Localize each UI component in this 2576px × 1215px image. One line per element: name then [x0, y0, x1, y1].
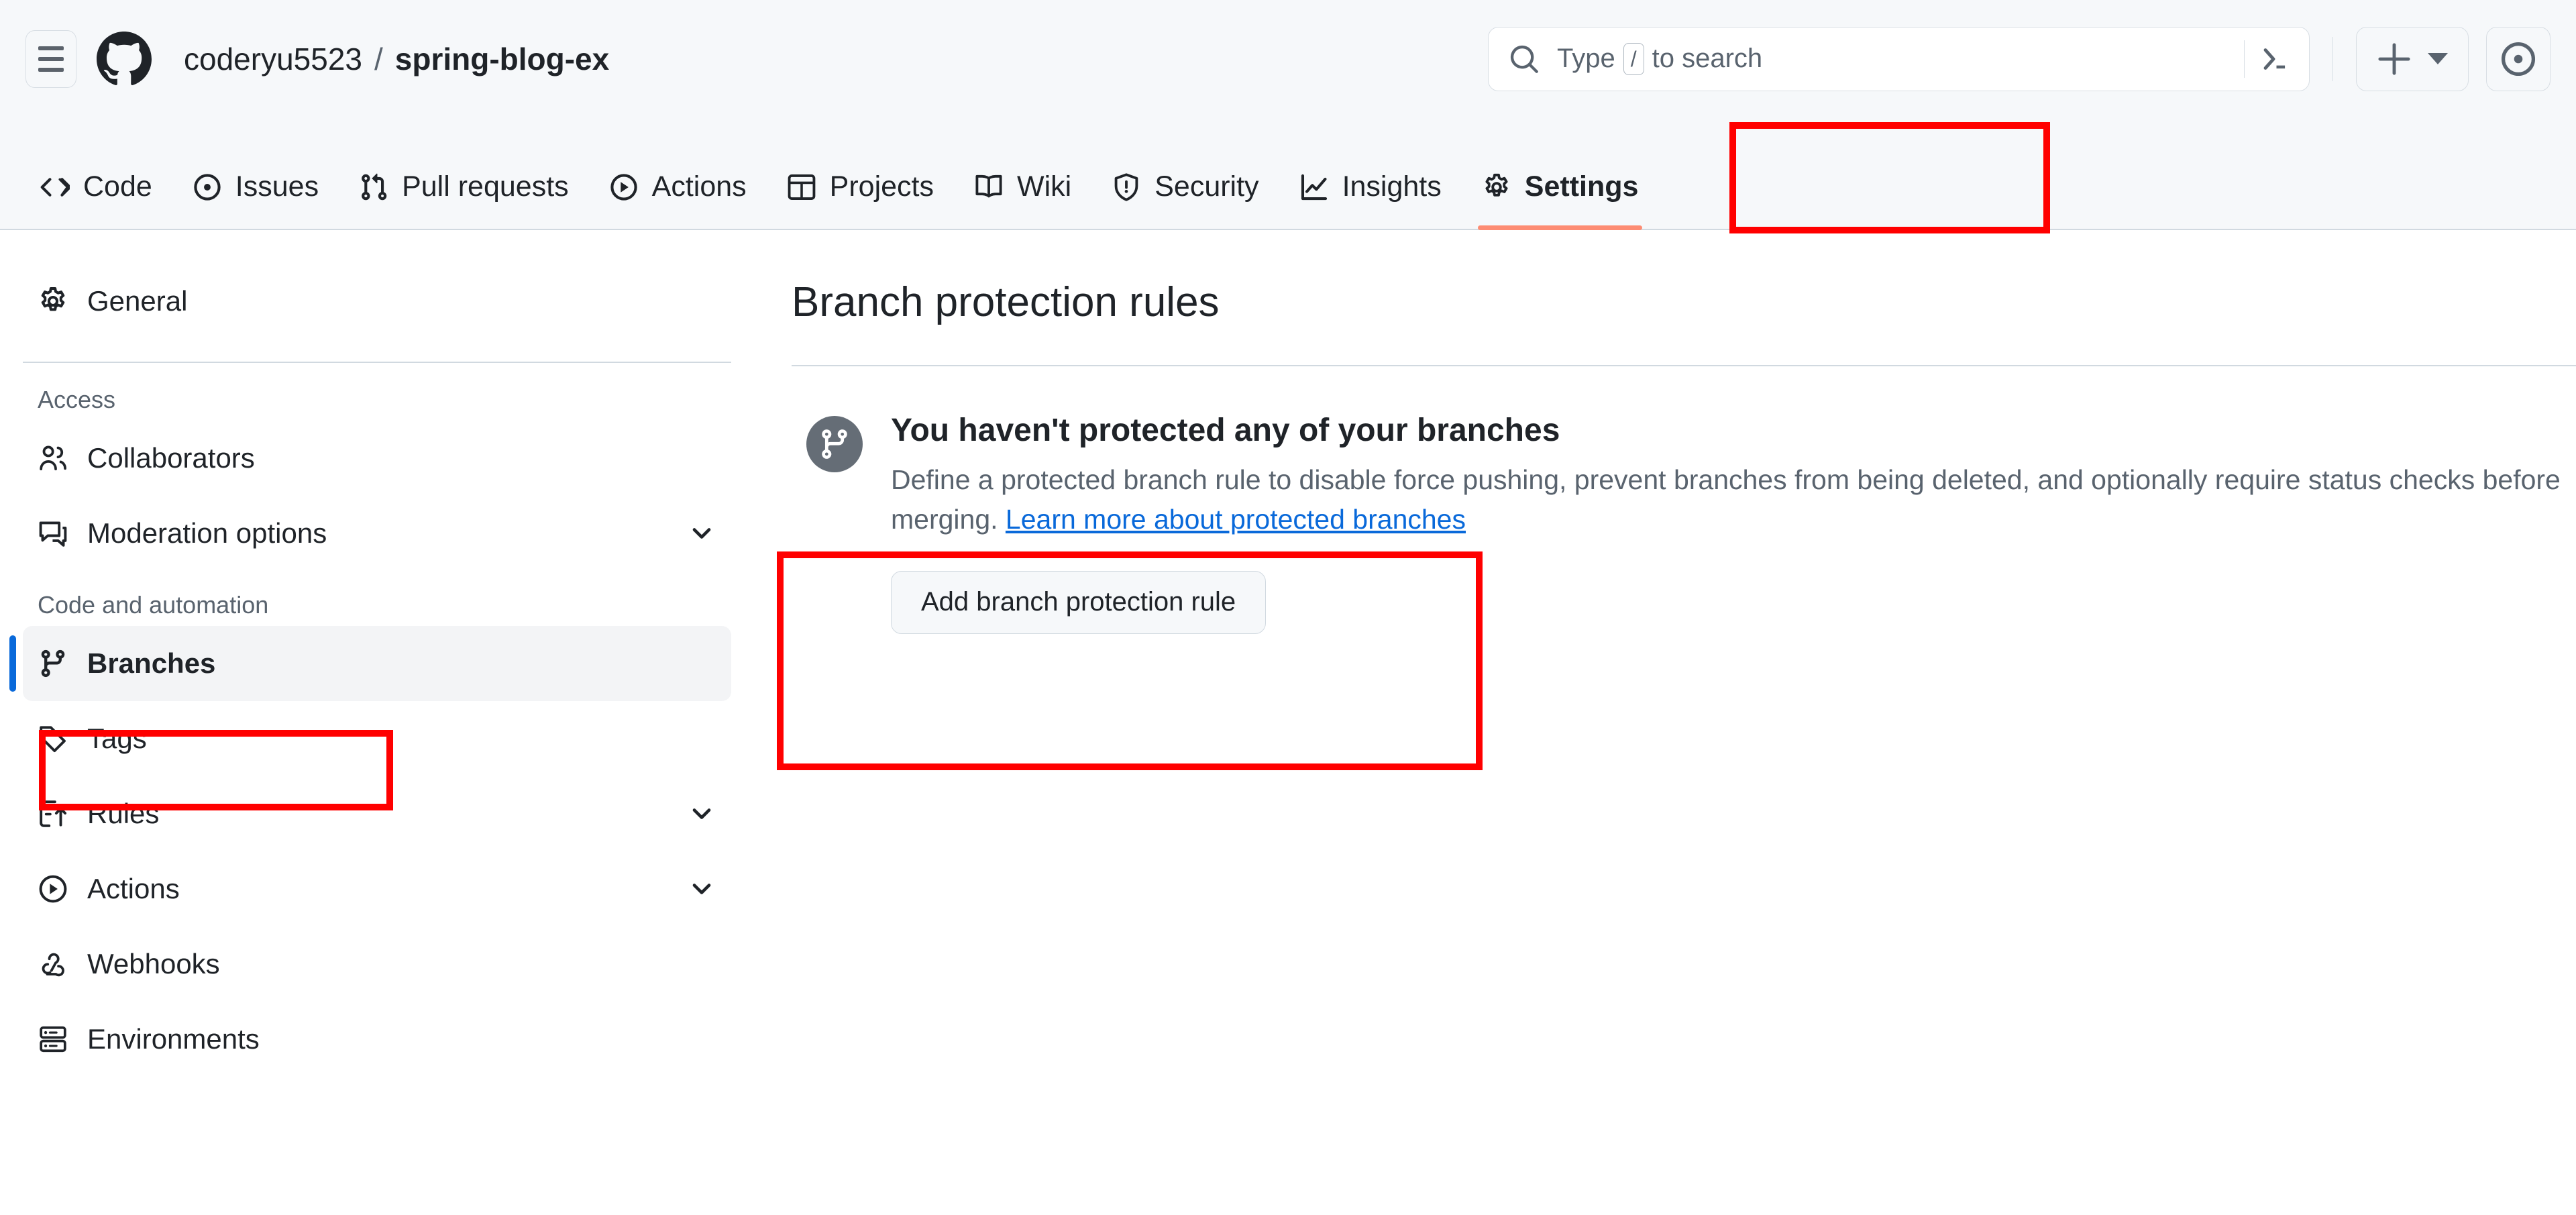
- sidebar-item-general[interactable]: General: [23, 264, 731, 339]
- sidebar-item-branches[interactable]: Branches: [9, 626, 731, 701]
- main-content: Branch protection rules You haven't prot…: [771, 231, 2576, 1215]
- plus-icon: [2378, 42, 2410, 75]
- create-new-button[interactable]: [2356, 26, 2469, 91]
- header-actions: Type / to search: [1488, 26, 2551, 91]
- chevron-down-icon: [2428, 53, 2448, 64]
- issue-opened-icon: [193, 172, 222, 202]
- tag-icon: [38, 723, 72, 754]
- git-branch-icon: [38, 648, 72, 679]
- book-icon: [974, 172, 1004, 202]
- sidebar-item-branches-label: Branches: [87, 647, 216, 679]
- tab-issues-label: Issues: [235, 170, 319, 203]
- tab-insights-label: Insights: [1342, 170, 1442, 203]
- table-icon: [787, 172, 816, 202]
- server-icon: [38, 1024, 72, 1055]
- sidebar-item-moderation-options-label: Moderation options: [87, 517, 327, 549]
- search-placeholder-prefix: Type: [1557, 44, 1615, 73]
- issue-opened-icon: [2501, 42, 2536, 76]
- tab-issues[interactable]: Issues: [172, 170, 339, 229]
- sidebar-item-general-label: General: [87, 285, 188, 317]
- tab-pull-requests[interactable]: Pull requests: [339, 170, 589, 229]
- issues-button[interactable]: [2486, 26, 2551, 91]
- play-icon: [38, 874, 72, 904]
- tab-pull-requests-label: Pull requests: [402, 170, 569, 203]
- tab-actions[interactable]: Actions: [589, 170, 767, 229]
- graph-icon: [1299, 172, 1329, 202]
- repo-nav: Code Issues Pull requests Actions Projec: [0, 117, 2576, 230]
- search-divider: [2244, 40, 2245, 78]
- breadcrumb: coderyu5523 / spring-blog-ex: [184, 41, 609, 77]
- chevron-down-icon[interactable]: [687, 799, 716, 829]
- sidebar-item-collaborators-label: Collaborators: [87, 442, 255, 474]
- search-placeholder: Type / to search: [1557, 42, 1763, 75]
- breadcrumb-separator: /: [374, 41, 383, 76]
- github-logo-icon[interactable]: [97, 31, 152, 87]
- sidebar-item-actions[interactable]: Actions: [23, 851, 731, 927]
- branch-protection-blankslate: You haven't protected any of your branch…: [792, 411, 2576, 634]
- sidebar-item-environments[interactable]: Environments: [23, 1002, 731, 1077]
- global-header: coderyu5523 / spring-blog-ex Type / to s…: [0, 0, 2576, 117]
- sidebar-divider: [23, 362, 731, 363]
- settings-sidebar: General Access Collaborators Moderation …: [0, 231, 771, 1215]
- search-input[interactable]: Type / to search: [1488, 26, 2310, 91]
- search-placeholder-suffix: to search: [1652, 44, 1763, 73]
- tab-projects-label: Projects: [829, 170, 934, 203]
- comment-icon: [38, 518, 72, 549]
- search-icon: [1510, 45, 1538, 73]
- hamburger-icon[interactable]: [25, 30, 76, 88]
- git-pull-request-icon: [359, 172, 388, 202]
- chevron-down-icon[interactable]: [687, 874, 716, 904]
- tab-wiki-label: Wiki: [1017, 170, 1072, 203]
- git-branch-icon: [806, 416, 863, 472]
- sidebar-item-tags[interactable]: Tags: [23, 701, 731, 776]
- terminal-icon[interactable]: [2259, 43, 2292, 75]
- blankslate-description: Define a protected branch rule to disabl…: [891, 460, 2576, 540]
- gear-icon: [1482, 172, 1511, 202]
- tab-security[interactable]: Security: [1091, 170, 1279, 229]
- sidebar-section-code-and-automation: Code and automation: [38, 591, 269, 619]
- sidebar-item-rules-label: Rules: [87, 798, 160, 829]
- blankslate-body: You haven't protected any of your branch…: [891, 411, 2576, 634]
- play-icon: [609, 172, 639, 202]
- code-icon: [40, 172, 70, 202]
- tab-projects[interactable]: Projects: [767, 170, 954, 229]
- sidebar-item-webhooks-label: Webhooks: [87, 948, 220, 980]
- shield-icon: [1112, 172, 1141, 202]
- search-slash-key: /: [1623, 42, 1644, 75]
- sidebar-section-access: Access: [38, 386, 116, 413]
- page-title: Branch protection rules: [792, 279, 1220, 325]
- rules-icon: [38, 798, 72, 829]
- tab-code[interactable]: Code: [20, 170, 172, 229]
- tab-settings-label: Settings: [1524, 170, 1639, 203]
- breadcrumb-owner[interactable]: coderyu5523: [184, 41, 362, 77]
- sidebar-item-webhooks[interactable]: Webhooks: [23, 927, 731, 1002]
- sidebar-item-actions-label: Actions: [87, 873, 180, 904]
- sidebar-item-collaborators[interactable]: Collaborators: [23, 421, 731, 496]
- header-divider: [2332, 36, 2333, 81]
- sidebar-item-environments-label: Environments: [87, 1023, 260, 1055]
- page-root: coderyu5523 / spring-blog-ex Type / to s…: [0, 0, 2576, 1215]
- learn-more-link[interactable]: Learn more about protected branches: [1006, 504, 1466, 535]
- tab-code-label: Code: [83, 170, 152, 203]
- sidebar-item-tags-label: Tags: [87, 723, 147, 754]
- gear-icon: [38, 286, 72, 317]
- title-divider: [792, 365, 2576, 366]
- tab-security-label: Security: [1155, 170, 1259, 203]
- tab-settings[interactable]: Settings: [1462, 170, 1659, 230]
- tab-wiki[interactable]: Wiki: [954, 170, 1091, 229]
- tab-actions-label: Actions: [651, 170, 747, 203]
- chevron-down-icon[interactable]: [687, 519, 716, 548]
- add-branch-protection-rule-button[interactable]: Add branch protection rule: [891, 570, 1267, 634]
- webhook-icon: [38, 949, 72, 980]
- sidebar-item-rules[interactable]: Rules: [23, 776, 731, 851]
- tab-insights[interactable]: Insights: [1279, 170, 1462, 229]
- people-icon: [38, 443, 72, 474]
- breadcrumb-repo[interactable]: spring-blog-ex: [395, 41, 609, 77]
- blankslate-heading: You haven't protected any of your branch…: [891, 413, 1560, 448]
- sidebar-item-moderation-options[interactable]: Moderation options: [23, 496, 731, 571]
